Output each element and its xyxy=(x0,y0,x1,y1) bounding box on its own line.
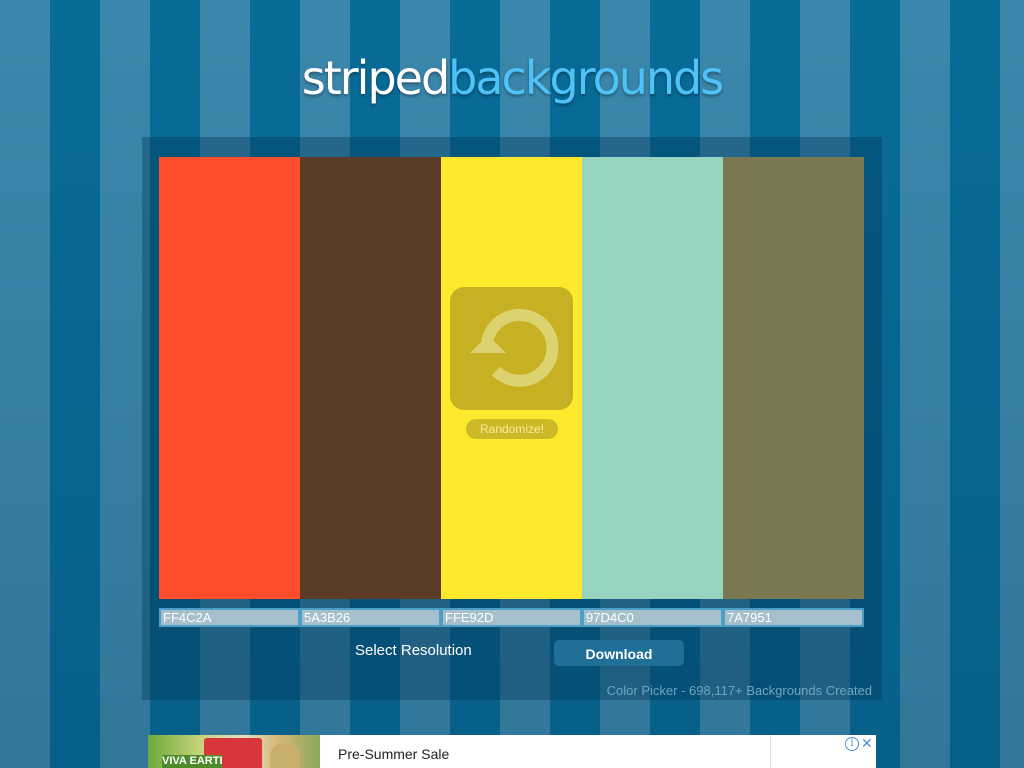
randomize-button[interactable] xyxy=(450,287,573,410)
hex-code-row xyxy=(159,608,864,627)
ad-banner[interactable]: VIVA EARTH Pre-Summer Sale i ✕ xyxy=(148,735,876,768)
refresh-icon xyxy=(470,308,559,387)
hex-input-1[interactable] xyxy=(159,608,300,627)
logo-word-backgrounds: backgrounds xyxy=(448,51,724,105)
hex-input-4[interactable] xyxy=(582,608,723,627)
randomize-label[interactable]: Randomize! xyxy=(466,419,558,439)
hex-input-5[interactable] xyxy=(723,608,864,627)
ad-divider xyxy=(770,735,771,768)
download-button[interactable]: Download xyxy=(554,640,684,666)
close-icon[interactable]: ✕ xyxy=(861,735,873,751)
hex-input-3[interactable] xyxy=(441,608,582,627)
footer-stats: Color Picker - 698,117+ Backgrounds Crea… xyxy=(606,683,872,698)
stripe-5[interactable] xyxy=(723,157,864,599)
hex-input-2[interactable] xyxy=(300,608,441,627)
site-logo[interactable]: stripedbackgrounds xyxy=(0,48,1024,108)
logo-word-striped: striped xyxy=(301,51,450,105)
stripe-1[interactable] xyxy=(159,157,300,599)
generator-panel: Randomize! Select Resolution Download xyxy=(142,137,882,700)
ad-product-jar xyxy=(270,743,300,768)
ad-brand-text: VIVA EARTH xyxy=(162,755,222,768)
ad-headline[interactable]: Pre-Summer Sale xyxy=(338,746,449,762)
info-icon[interactable]: i xyxy=(845,737,859,751)
stripe-2[interactable] xyxy=(300,157,441,599)
select-resolution-link[interactable]: Select Resolution xyxy=(355,642,472,659)
ad-product-image[interactable]: VIVA EARTH xyxy=(148,735,320,768)
stripe-4[interactable] xyxy=(582,157,723,599)
